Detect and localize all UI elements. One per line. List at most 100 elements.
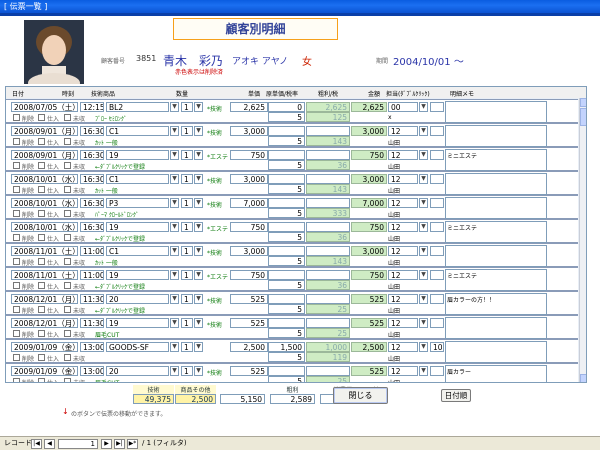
date-order-button[interactable]: 日付順 <box>441 389 471 402</box>
purchase-checkbox[interactable] <box>38 138 45 145</box>
memo-field[interactable] <box>445 197 547 219</box>
table-row[interactable]: 2009/01/09（金）13:0020▼1▼*技術52552512▼眉カラー削… <box>6 363 578 382</box>
date-field[interactable]: 2008/10/01（水） <box>11 174 78 184</box>
time-field[interactable]: 16:30 <box>80 150 104 160</box>
item-dropdown-icon[interactable]: ▼ <box>170 366 179 376</box>
extra-field[interactable] <box>430 270 444 280</box>
staff-dropdown-icon[interactable]: ▼ <box>419 150 428 160</box>
qty-field[interactable]: 1 <box>181 270 193 280</box>
extra-field[interactable] <box>430 366 444 376</box>
qty-dropdown-icon[interactable]: ▼ <box>194 150 203 160</box>
purchase-checkbox[interactable] <box>38 210 45 217</box>
time-field[interactable]: 12:15 <box>80 102 104 112</box>
delete-checkbox[interactable] <box>13 114 20 121</box>
date-field[interactable]: 2009/01/09（金） <box>11 342 78 352</box>
new-record-icon[interactable]: ▶* <box>127 439 138 449</box>
item-dropdown-icon[interactable]: ▼ <box>170 246 179 256</box>
staff-field[interactable]: 12 <box>388 342 418 352</box>
cost-field[interactable] <box>268 318 305 328</box>
staff-field[interactable]: 12 <box>388 174 418 184</box>
delete-checkbox[interactable] <box>13 210 20 217</box>
extra-field[interactable] <box>430 246 444 256</box>
qty-dropdown-icon[interactable]: ▼ <box>194 342 203 352</box>
purchase-checkbox[interactable] <box>38 354 45 361</box>
purchase-checkbox[interactable] <box>38 258 45 265</box>
unpaid-checkbox[interactable] <box>64 186 71 193</box>
time-field[interactable]: 16:30 <box>80 222 104 232</box>
staff-dropdown-icon[interactable]: ▼ <box>419 342 428 352</box>
qty-field[interactable]: 1 <box>181 318 193 328</box>
item-field[interactable]: C1 <box>106 174 169 184</box>
unpaid-checkbox[interactable] <box>64 138 71 145</box>
time-field[interactable]: 11:00 <box>80 270 104 280</box>
date-field[interactable]: 2008/10/01（水） <box>11 198 78 208</box>
cost-field[interactable] <box>268 174 305 184</box>
item-field[interactable]: 20 <box>106 294 169 304</box>
qty-field[interactable]: 1 <box>181 342 193 352</box>
item-dropdown-icon[interactable]: ▼ <box>170 318 179 328</box>
delete-checkbox[interactable] <box>13 258 20 265</box>
staff-field[interactable]: 12 <box>388 246 418 256</box>
qty-field[interactable]: 1 <box>181 126 193 136</box>
delete-checkbox[interactable] <box>13 234 20 241</box>
staff-field[interactable]: 12 <box>388 198 418 208</box>
memo-field[interactable]: ミニエステ <box>445 149 547 171</box>
item-dropdown-icon[interactable]: ▼ <box>170 222 179 232</box>
date-field[interactable]: 2008/07/05（土） <box>11 102 78 112</box>
taxrate-field[interactable]: 5 <box>268 328 305 338</box>
memo-field[interactable] <box>445 173 547 195</box>
unpaid-checkbox[interactable] <box>64 330 71 337</box>
qty-field[interactable]: 1 <box>181 174 193 184</box>
next-record-icon[interactable]: ▶ <box>101 439 112 449</box>
extra-field[interactable] <box>430 222 444 232</box>
memo-field[interactable]: 眉カラーの方！！ <box>445 293 547 315</box>
item-dropdown-icon[interactable]: ▼ <box>170 102 179 112</box>
price-field[interactable]: 3,000 <box>230 126 268 136</box>
price-field[interactable]: 7,000 <box>230 198 268 208</box>
item-dropdown-icon[interactable]: ▼ <box>170 270 179 280</box>
table-row[interactable]: 2008/11/01（土） 11:00 19 ▼ 1 ▼ *エステ 750 750 12 ▼ ミニエス… <box>6 267 578 291</box>
purchase-checkbox[interactable] <box>38 234 45 241</box>
purchase-checkbox[interactable] <box>38 330 45 337</box>
qty-field[interactable]: 1 <box>181 246 193 256</box>
staff-dropdown-icon[interactable]: ▼ <box>419 126 428 136</box>
cost-field[interactable] <box>268 294 305 304</box>
qty-dropdown-icon[interactable]: ▼ <box>194 318 203 328</box>
taxrate-field[interactable]: 5 <box>268 280 305 290</box>
time-field[interactable]: 16:30 <box>80 126 104 136</box>
item-dropdown-icon[interactable]: ▼ <box>170 294 179 304</box>
qty-field[interactable]: 1 <box>181 198 193 208</box>
delete-checkbox[interactable] <box>13 354 20 361</box>
qty-dropdown-icon[interactable]: ▼ <box>194 294 203 304</box>
cost-field[interactable] <box>268 270 305 280</box>
staff-dropdown-icon[interactable]: ▼ <box>419 270 428 280</box>
price-field[interactable]: 2,625 <box>230 102 268 112</box>
qty-dropdown-icon[interactable]: ▼ <box>194 246 203 256</box>
taxrate-field[interactable]: 5 <box>268 256 305 266</box>
unpaid-checkbox[interactable] <box>64 306 71 313</box>
qty-field[interactable]: 1 <box>181 294 193 304</box>
item-dropdown-icon[interactable]: ▼ <box>170 126 179 136</box>
purchase-checkbox[interactable] <box>38 162 45 169</box>
delete-checkbox[interactable] <box>13 138 20 145</box>
taxrate-field[interactable]: 5 <box>268 376 305 382</box>
unpaid-checkbox[interactable] <box>64 378 71 382</box>
date-field[interactable]: 2008/11/01（土） <box>11 270 78 280</box>
staff-field[interactable]: 12 <box>388 126 418 136</box>
taxrate-field[interactable]: 5 <box>268 160 305 170</box>
item-field[interactable]: P3 <box>106 198 169 208</box>
delete-checkbox[interactable] <box>13 162 20 169</box>
memo-field[interactable] <box>445 317 547 339</box>
scroll-thumb[interactable] <box>580 108 586 126</box>
price-field[interactable]: 750 <box>230 270 268 280</box>
staff-dropdown-icon[interactable]: ▼ <box>419 102 428 112</box>
item-dropdown-icon[interactable]: ▼ <box>170 198 179 208</box>
table-row[interactable]: 2008/07/05（土） 12:15 BL2 ▼ 1 ▼ *技術 2,625 0 2,625 2,… <box>6 99 578 123</box>
cost-field[interactable] <box>268 198 305 208</box>
cost-field[interactable] <box>268 126 305 136</box>
record-number-input[interactable]: 1 <box>58 439 98 449</box>
prev-record-icon[interactable]: ◀ <box>44 439 55 449</box>
unpaid-checkbox[interactable] <box>64 162 71 169</box>
memo-field[interactable] <box>445 245 547 267</box>
price-field[interactable]: 525 <box>230 294 268 304</box>
